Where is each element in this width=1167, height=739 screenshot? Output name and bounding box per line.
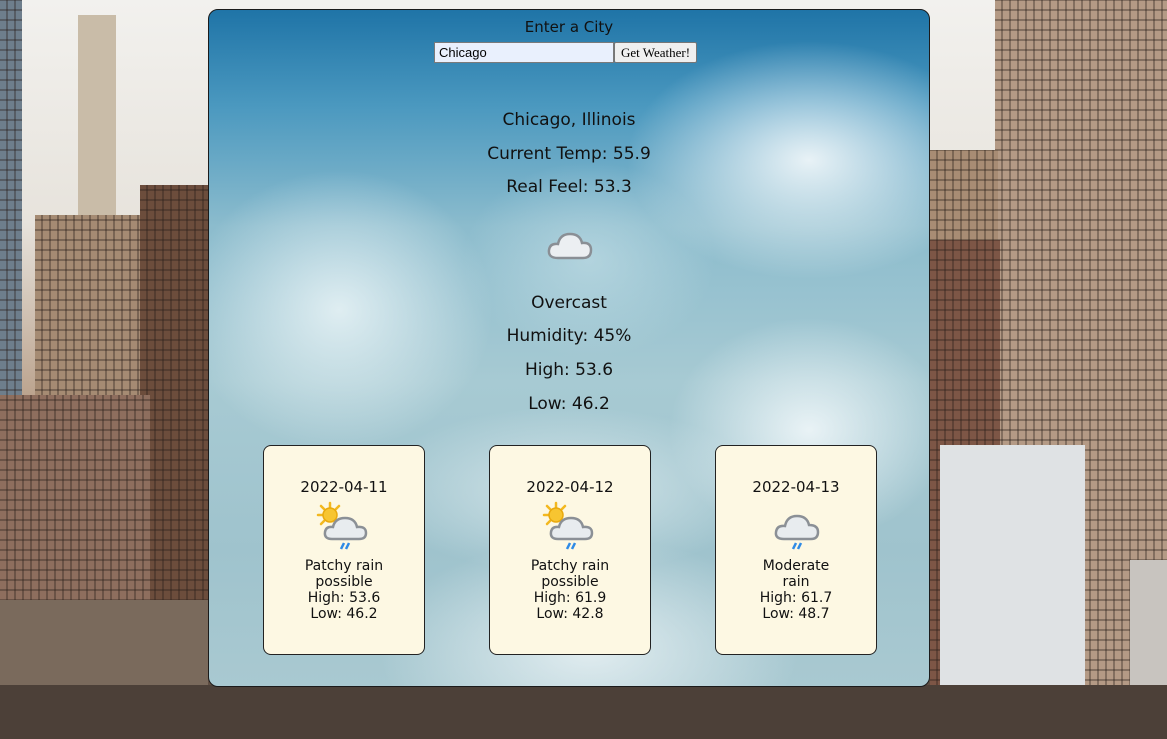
forecast-date: 2022-04-12: [526, 478, 614, 496]
forecast-details: Moderate rain High: 61.7 Low: 48.7: [716, 558, 876, 622]
real-feel: Real Feel: 53.3: [506, 177, 632, 197]
forecast-card: 2022-04-13 Moderate rain High: 61.7 Low:…: [715, 445, 877, 655]
forecast-high: High: 61.7: [759, 590, 833, 606]
sun-cloud-rain-icon: [542, 501, 594, 550]
forecast-card: 2022-04-12 Patchy rain possible High: 61…: [489, 445, 651, 655]
forecast-low: Low: 48.7: [762, 606, 830, 622]
forecast-condition-line1: Patchy rain: [304, 558, 384, 574]
forecast-details: Patchy rain possible High: 61.9 Low: 42.…: [490, 558, 650, 622]
cloud-icon: [547, 232, 593, 260]
forecast-details: Patchy rain possible High: 53.6 Low: 46.…: [264, 558, 424, 622]
forecast-low: Low: 46.2: [310, 606, 378, 622]
forecast-date: 2022-04-11: [300, 478, 388, 496]
high-temp: High: 53.6: [524, 360, 614, 380]
forecast-condition-line2: possible: [541, 574, 599, 590]
weather-panel: Enter a City Get Weather! Chicago, Illin…: [208, 9, 930, 687]
enter-city-label: Enter a City: [524, 18, 614, 36]
forecast-condition-line1: Patchy rain: [530, 558, 610, 574]
low-temp: Low: 46.2: [528, 394, 610, 414]
current-temp: Current Temp: 55.9: [487, 144, 651, 164]
city-input[interactable]: [434, 42, 614, 63]
forecast-condition-line2: possible: [315, 574, 373, 590]
forecast-low: Low: 42.8: [536, 606, 604, 622]
forecast-high: High: 61.9: [533, 590, 607, 606]
cloud-rain-icon: [774, 514, 820, 550]
forecast-condition-line2: rain: [782, 574, 810, 590]
get-weather-button[interactable]: Get Weather!: [614, 42, 698, 63]
forecast-date: 2022-04-13: [752, 478, 840, 496]
forecast-condition-line1: Moderate: [762, 558, 830, 574]
sun-cloud-rain-icon: [316, 501, 368, 550]
forecast-card: 2022-04-11 Patchy rain possible High: 53…: [263, 445, 425, 655]
search-bar: Get Weather!: [434, 42, 698, 63]
forecast-high: High: 53.6: [307, 590, 381, 606]
location-name: Chicago, Illinois: [502, 110, 636, 130]
humidity: Humidity: 45%: [506, 326, 632, 346]
condition-text: Overcast: [531, 293, 607, 313]
